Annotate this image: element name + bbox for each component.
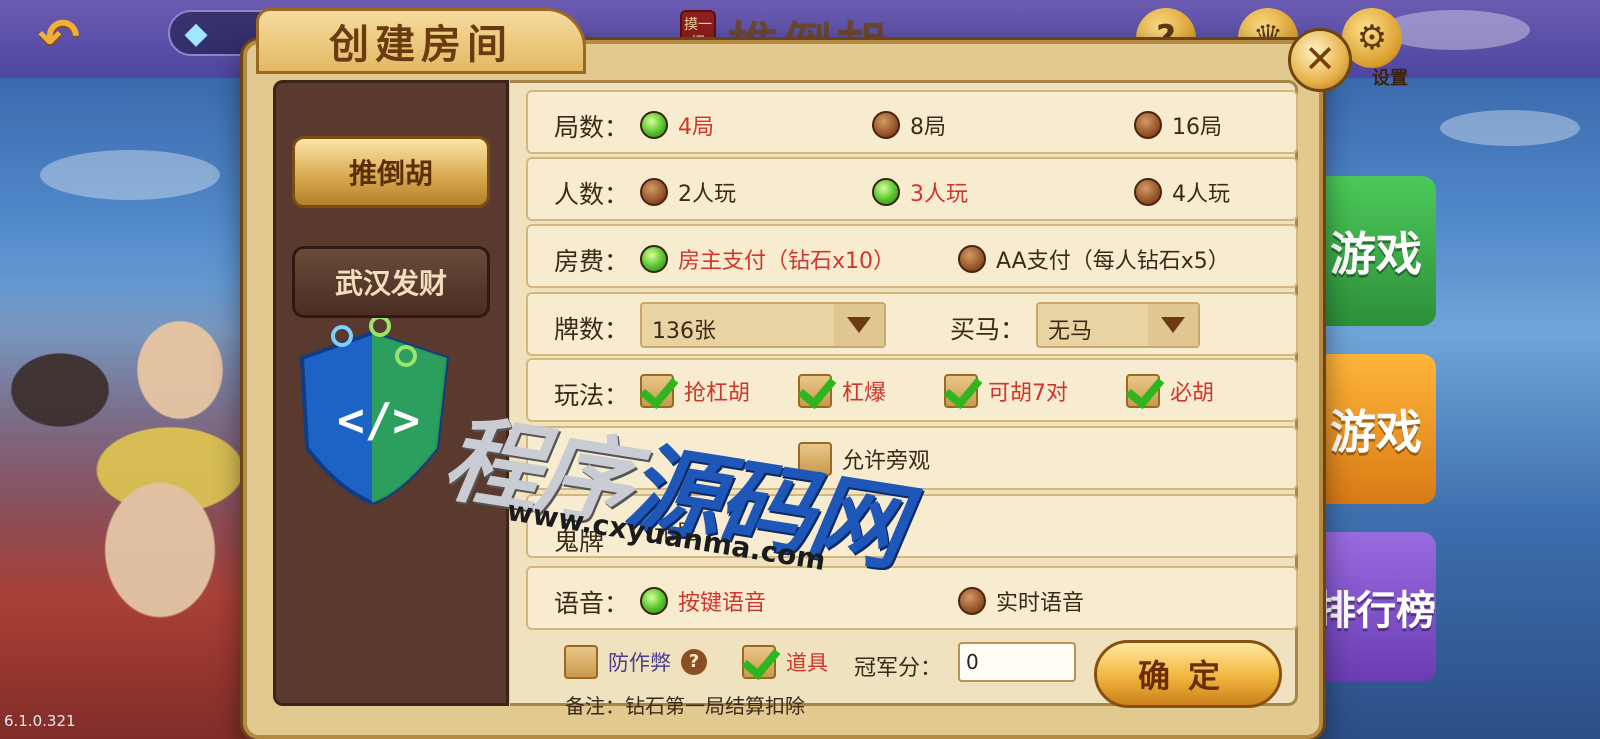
game-tab-wuhanfacai[interactable]: 武汉发财: [292, 246, 490, 318]
option-label: 可胡7对: [988, 381, 1068, 406]
close-button[interactable]: ✕: [1288, 28, 1352, 92]
buy-horse-dropdown[interactable]: 无马: [1036, 302, 1200, 348]
checkbox-checked[interactable]: [1126, 374, 1160, 408]
option-label: 4人玩: [1172, 182, 1230, 207]
radio-unselected[interactable]: [1134, 178, 1162, 206]
option-label: 道具: [786, 651, 828, 675]
checkbox-checked[interactable]: [798, 374, 832, 408]
rule-gangbao[interactable]: 杠爆: [798, 374, 886, 408]
option-label: AA支付（每人钻石x5）: [996, 249, 1230, 274]
option-label: 4局: [678, 115, 714, 140]
players-option-4[interactable]: 4人玩: [1134, 176, 1230, 208]
background-cloud: [40, 150, 220, 200]
tiles-value: 136张: [652, 319, 716, 344]
players-row: 人数： 2人玩 3人玩 4人玩: [526, 157, 1298, 221]
tiles-row: 牌数： 136张 买马： 无马: [526, 292, 1298, 356]
version-label: 6.1.0.321: [4, 712, 76, 730]
back-arrow-icon[interactable]: ↶: [24, 10, 94, 64]
side-button-label: 游戏: [1330, 405, 1422, 459]
voice-option-key[interactable]: 按键语音: [640, 585, 766, 617]
option-label: 按键语音: [678, 591, 767, 616]
dialog-title: 创建房间: [329, 21, 513, 68]
diamond-icon: ◆: [184, 16, 208, 51]
help-icon[interactable]: ?: [681, 649, 707, 675]
radio-selected[interactable]: [872, 178, 900, 206]
voice-row: 语音： 按键语音 实时语音: [526, 566, 1298, 630]
background-cloud: [1380, 10, 1530, 50]
checkbox-checked[interactable]: [640, 374, 674, 408]
background-characters: [0, 280, 250, 739]
fee-option-owner[interactable]: 房主支付（钻石x10）: [640, 243, 895, 275]
radio-unselected[interactable]: [872, 111, 900, 139]
chevron-down-icon[interactable]: [834, 304, 884, 346]
props-option[interactable]: 道具: [742, 645, 828, 679]
tiles-label: 牌数：: [554, 315, 630, 344]
voice-label: 语音：: [554, 589, 630, 618]
option-label: 2人玩: [678, 182, 736, 207]
buy-horse-value: 无马: [1048, 319, 1093, 344]
settings-label: 设置: [1372, 68, 1408, 89]
fee-label: 房费：: [554, 247, 630, 276]
rule-bihu[interactable]: 必胡: [1126, 374, 1214, 408]
option-label: 抢杠胡: [684, 381, 751, 406]
checkbox-unchecked[interactable]: [564, 645, 598, 679]
option-label: 8局: [910, 115, 946, 140]
option-label: 杠爆: [842, 381, 887, 406]
tiles-dropdown[interactable]: 136张: [640, 302, 886, 348]
fee-row: 房费： 房主支付（钻石x10） AA支付（每人钻石x5）: [526, 224, 1298, 288]
rounds-option-8[interactable]: 8局: [872, 109, 946, 141]
confirm-button[interactable]: 确定: [1094, 640, 1282, 708]
players-option-2[interactable]: 2人玩: [640, 176, 736, 208]
radio-unselected[interactable]: [640, 178, 668, 206]
checkbox-checked[interactable]: [944, 374, 978, 408]
rounds-option-16[interactable]: 16局: [1134, 109, 1222, 141]
champion-score-input[interactable]: [958, 642, 1076, 682]
option-label: 防作弊: [608, 651, 671, 675]
background-cloud: [1440, 110, 1580, 146]
rule-kehu7dui[interactable]: 可胡7对: [944, 374, 1068, 408]
option-label: 必胡: [1170, 381, 1215, 406]
radio-selected[interactable]: [640, 245, 668, 273]
rounds-option-4[interactable]: 4局: [640, 109, 714, 141]
svg-text:</>: </>: [337, 393, 420, 447]
option-label: 房主支付（钻石x10）: [678, 249, 896, 274]
buy-horse-label: 买马：: [950, 315, 1026, 344]
checkbox-checked[interactable]: [742, 645, 776, 679]
radio-unselected[interactable]: [958, 587, 986, 615]
players-option-3[interactable]: 3人玩: [872, 176, 968, 208]
rule-qiangganghu[interactable]: 抢杠胡: [640, 374, 750, 408]
voice-option-realtime[interactable]: 实时语音: [958, 585, 1084, 617]
watermark-shield-logo: </>: [299, 318, 450, 506]
fee-option-aa[interactable]: AA支付（每人钻石x5）: [958, 243, 1230, 275]
game-tab-tuidaohu[interactable]: 推倒胡: [292, 136, 490, 208]
radio-unselected[interactable]: [958, 245, 986, 273]
champion-score-label: 冠军分：: [854, 656, 943, 681]
option-label: 16局: [1172, 115, 1222, 140]
rounds-row: 局数： 4局 8局 16局: [526, 90, 1298, 154]
dialog-title-tab: 创建房间: [256, 8, 586, 74]
players-label: 人数：: [554, 180, 630, 209]
side-button-label: 游戏: [1330, 227, 1422, 281]
anticheat-option[interactable]: 防作弊 ?: [564, 645, 707, 679]
rounds-label: 局数：: [554, 113, 630, 142]
note-text: 备注：钻石第一局结算扣除: [565, 694, 805, 718]
radio-selected[interactable]: [640, 587, 668, 615]
radio-selected[interactable]: [640, 111, 668, 139]
option-label: 3人玩: [910, 182, 968, 207]
side-button-label: 排行榜: [1316, 587, 1436, 634]
radio-unselected[interactable]: [1134, 111, 1162, 139]
option-label: 实时语音: [996, 591, 1085, 616]
chevron-down-icon[interactable]: [1148, 304, 1198, 346]
